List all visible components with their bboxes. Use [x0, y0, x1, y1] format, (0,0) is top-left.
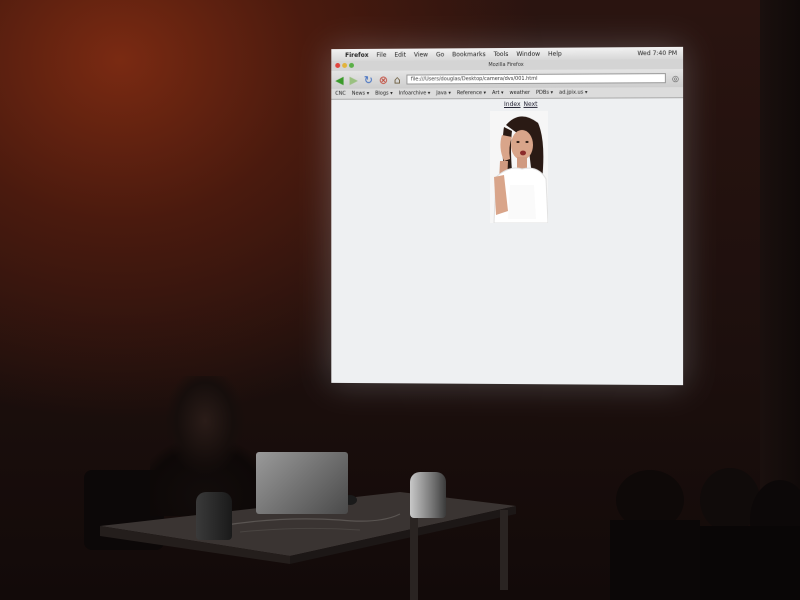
- menu-window[interactable]: Window: [516, 50, 540, 57]
- app-menu[interactable]: Firefox: [345, 51, 369, 58]
- window-title: Mozilla Firefox: [488, 61, 524, 69]
- bookmark-item[interactable]: Art ▾: [492, 90, 504, 96]
- laptop: [256, 452, 348, 514]
- bookmark-item[interactable]: CNC: [335, 91, 346, 97]
- window-controls: [335, 62, 354, 68]
- woman-cupping-ear-photo: [490, 110, 549, 224]
- menu-go[interactable]: Go: [436, 51, 444, 58]
- close-icon[interactable]: [335, 62, 341, 68]
- minimize-icon[interactable]: [342, 62, 348, 68]
- stop-icon[interactable]: ⊗: [379, 73, 388, 86]
- menu-edit[interactable]: Edit: [394, 51, 406, 58]
- page-content: Index Next: [331, 98, 684, 386]
- index-link[interactable]: Index: [504, 101, 521, 108]
- left-speaker: [196, 492, 232, 540]
- home-icon[interactable]: ⌂: [394, 73, 401, 86]
- next-link[interactable]: Next: [524, 101, 538, 108]
- bookmark-item[interactable]: Reference ▾: [457, 90, 486, 96]
- menu-file[interactable]: File: [377, 51, 387, 58]
- projected-screen: Firefox File Edit View Go Bookmarks Tool…: [331, 46, 684, 386]
- menu-bookmarks[interactable]: Bookmarks: [452, 51, 485, 58]
- menu-tools[interactable]: Tools: [494, 50, 509, 57]
- audience-heads: [610, 468, 800, 600]
- bookmark-item[interactable]: News ▾: [352, 91, 369, 97]
- forward-arrow-icon[interactable]: ▶: [350, 73, 358, 86]
- reload-icon[interactable]: ↻: [364, 73, 373, 86]
- url-input[interactable]: file:///Users/douglas/Desktop/camera/dvs…: [406, 73, 666, 85]
- navigation-toolbar: ◀ ▶ ↻ ⊗ ⌂ file:///Users/douglas/Desktop/…: [331, 68, 684, 89]
- bookmark-item[interactable]: Infoarchive ▾: [399, 90, 431, 96]
- page-nav: Index Next: [504, 101, 538, 108]
- zoom-icon[interactable]: [349, 62, 354, 68]
- bookmark-item[interactable]: ad.jpix.us ▾: [559, 90, 587, 96]
- bookmark-item[interactable]: weather: [510, 90, 531, 96]
- go-icon[interactable]: ◎: [672, 73, 679, 84]
- menubar-clock: Wed 7:40 PM: [637, 49, 678, 57]
- back-arrow-icon[interactable]: ◀: [335, 73, 343, 86]
- bookmark-item[interactable]: PDBs ▾: [536, 90, 553, 96]
- window-titlebar: Mozilla Firefox: [331, 58, 684, 71]
- bookmark-item[interactable]: Java ▾: [436, 90, 451, 96]
- menu-view[interactable]: View: [414, 51, 428, 58]
- bookmark-item[interactable]: Blogs ▾: [375, 91, 393, 97]
- right-speaker: [410, 472, 446, 518]
- menu-help[interactable]: Help: [548, 50, 562, 57]
